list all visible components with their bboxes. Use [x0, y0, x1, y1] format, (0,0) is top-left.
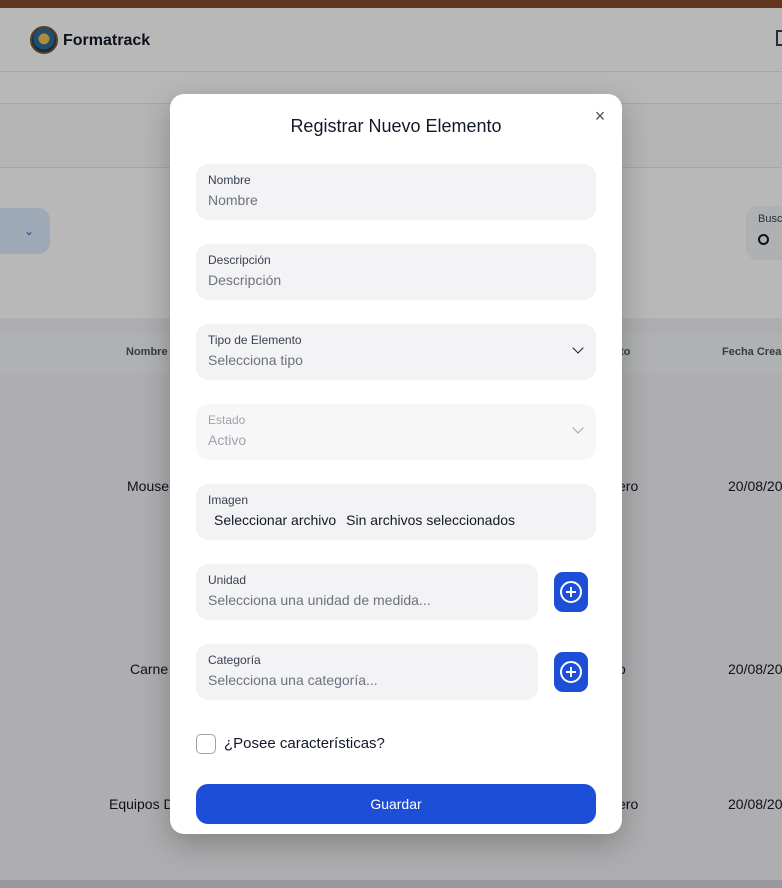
- nombre-input[interactable]: Nombre: [208, 192, 258, 208]
- imagen-field: Imagen Seleccionar archivo Sin archivos s…: [196, 484, 596, 540]
- add-categoria-button[interactable]: [554, 652, 588, 692]
- chevron-down-icon: [572, 422, 584, 434]
- chevron-down-icon: [572, 342, 584, 354]
- save-button[interactable]: Guardar: [196, 784, 596, 824]
- plus-circle-icon: [560, 581, 582, 603]
- descripcion-field[interactable]: Descripción Descripción: [196, 244, 596, 300]
- register-element-modal: Registrar Nuevo Elemento × Nombre Nombre…: [170, 94, 622, 834]
- estado-label: Estado: [208, 413, 246, 427]
- tipo-elemento-value: Selecciona tipo: [208, 352, 303, 368]
- imagen-label: Imagen: [208, 493, 249, 507]
- add-unidad-button[interactable]: [554, 572, 588, 612]
- nombre-label: Nombre: [208, 173, 251, 187]
- tipo-elemento-label: Tipo de Elemento: [208, 333, 302, 347]
- caracteristicas-label: ¿Posee características?: [224, 735, 385, 752]
- select-file-button[interactable]: Seleccionar archivo: [214, 512, 336, 528]
- estado-select: Estado Activo: [196, 404, 596, 460]
- tipo-elemento-select[interactable]: Tipo de Elemento Selecciona tipo: [196, 324, 596, 380]
- plus-circle-icon: [560, 661, 582, 683]
- unidad-select[interactable]: Unidad Selecciona una unidad de medida..…: [196, 564, 538, 620]
- descripcion-label: Descripción: [208, 253, 271, 267]
- estado-value: Activo: [208, 432, 247, 448]
- unidad-label: Unidad: [208, 573, 247, 587]
- nombre-field[interactable]: Nombre Nombre: [196, 164, 596, 220]
- caracteristicas-checkbox[interactable]: [196, 734, 216, 754]
- categoria-value: Selecciona una categoría...: [208, 672, 378, 688]
- close-icon[interactable]: ×: [590, 106, 610, 126]
- file-input[interactable]: Seleccionar archivo Sin archivos seleccio…: [214, 512, 515, 528]
- categoria-label: Categoría: [208, 653, 261, 667]
- file-status: Sin archivos seleccionados: [346, 512, 516, 528]
- categoria-select[interactable]: Categoría Selecciona una categoría...: [196, 644, 538, 700]
- unidad-value: Selecciona una unidad de medida...: [208, 592, 431, 608]
- modal-title: Registrar Nuevo Elemento: [290, 116, 502, 136]
- descripcion-input[interactable]: Descripción: [208, 272, 281, 288]
